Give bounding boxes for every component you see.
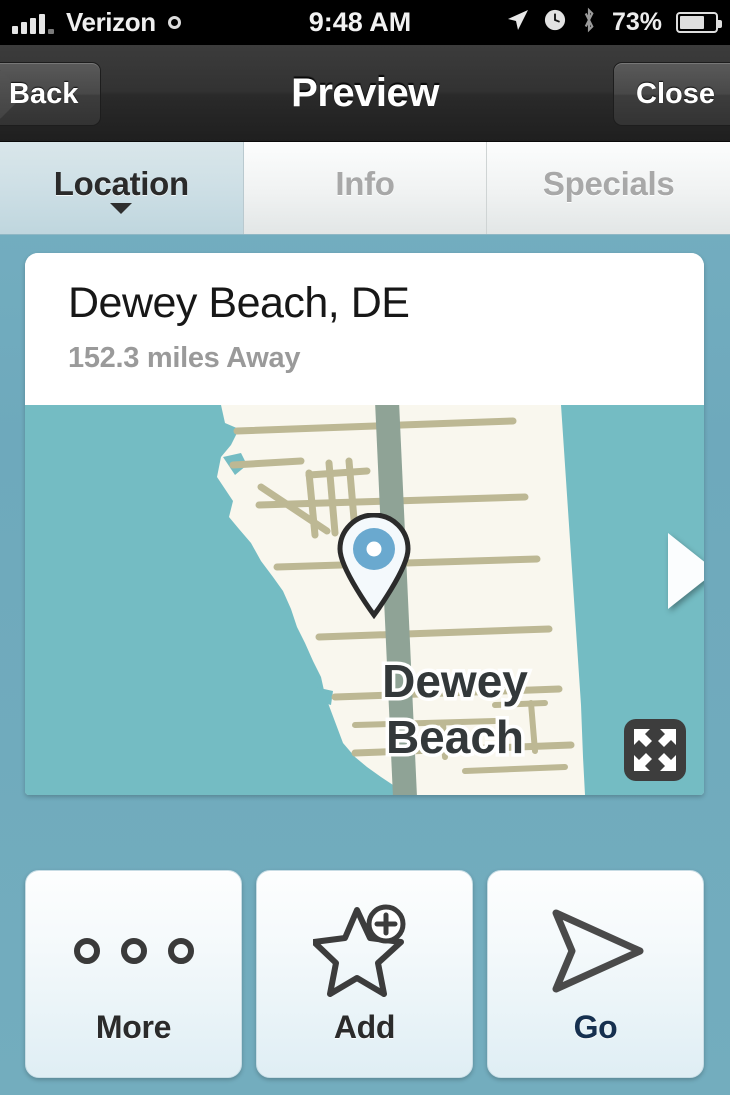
tab-location-label: Location — [53, 165, 189, 202]
signal-bars-icon — [12, 12, 54, 34]
back-button[interactable]: Back — [0, 62, 102, 126]
tab-info[interactable]: Info — [243, 142, 488, 234]
location-card: Dewey Beach, DE 152.3 miles Away Dewey D… — [25, 253, 704, 795]
bluetooth-icon — [580, 7, 598, 38]
add-button[interactable]: Add — [256, 870, 473, 1078]
alarm-clock-icon — [544, 9, 566, 36]
phone-screen: Verizon 9:48 AM 73% Back Preview Close L… — [0, 0, 730, 1095]
more-button[interactable]: More — [25, 870, 242, 1078]
tab-specials-label: Specials — [542, 165, 675, 202]
place-distance: 152.3 miles Away — [68, 342, 301, 375]
tab-location[interactable]: Location — [0, 142, 244, 234]
navigation-bar: Back Preview Close — [0, 45, 730, 142]
location-arrow-icon — [506, 8, 530, 37]
place-name: Dewey Beach, DE — [68, 279, 410, 327]
star-plus-icon — [312, 903, 417, 999]
status-bar-clock: 9:48 AM — [308, 7, 412, 37]
tab-specials[interactable]: Specials — [487, 142, 730, 234]
map-view[interactable]: Dewey Dewey Beach Beach — [25, 405, 704, 795]
fullscreen-expand-icon[interactable] — [624, 719, 686, 781]
more-button-label: More — [95, 1008, 172, 1045]
battery-percent-label: 73% — [611, 8, 662, 36]
back-button-label: Back — [9, 77, 79, 110]
tab-info-label: Info — [335, 165, 395, 202]
action-bar: More Add Go — [25, 870, 704, 1078]
tab-bar: Location Info Specials — [0, 142, 730, 235]
map-label-line1-fill: Dewey — [382, 655, 528, 707]
map-place-label: Dewey Dewey Beach Beach — [379, 653, 532, 767]
go-button[interactable]: Go — [487, 870, 704, 1078]
location-card-header: Dewey Beach, DE 152.3 miles Away — [25, 253, 704, 405]
status-bar-left: Verizon — [0, 7, 319, 38]
navigate-arrow-icon — [544, 903, 648, 999]
network-circle-icon — [167, 16, 181, 29]
go-button-label: Go — [573, 1008, 618, 1045]
status-bar: Verizon 9:48 AM 73% — [0, 0, 730, 45]
next-arrow-icon[interactable] — [668, 533, 704, 609]
add-button-label: Add — [333, 1008, 396, 1045]
map-pin-icon[interactable] — [332, 513, 416, 619]
three-dots-icon — [73, 903, 194, 999]
close-button-label: Close — [636, 77, 715, 110]
battery-icon — [676, 12, 722, 33]
map-label-line2-fill: Beach — [386, 711, 524, 763]
close-button[interactable]: Close — [613, 62, 730, 126]
carrier-label: Verizon — [66, 7, 156, 37]
chevron-down-icon — [110, 203, 133, 214]
page-title: Preview — [291, 70, 439, 115]
status-bar-right: 73% — [411, 7, 730, 38]
